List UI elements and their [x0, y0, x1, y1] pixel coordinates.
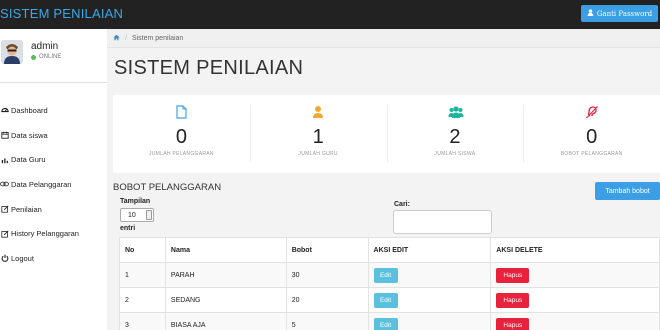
cell-bobot: 30 — [285, 262, 369, 288]
user-icon — [311, 105, 325, 119]
cell-edit: Edit — [367, 312, 492, 330]
stat-label: JUMLAH PELANGGARAN — [148, 151, 214, 157]
column-header[interactable]: AKSI DELETE — [490, 237, 660, 263]
column-header[interactable]: AKSI EDIT — [367, 237, 492, 263]
delete-button[interactable]: Hapus — [496, 267, 530, 283]
breadcrumb: / Sistem penilaian — [107, 29, 660, 48]
bar-chart-icon — [0, 155, 9, 164]
user-profile: admin ONLINE — [0, 29, 107, 83]
calendar-icon — [0, 131, 9, 140]
cell-bobot: 5 — [285, 312, 369, 330]
cell-no: 1 — [119, 262, 166, 288]
table-header-row: No Nama Bobot AKSI EDIT AKSI DELETE — [119, 237, 660, 263]
stat-label: JUMLAH SISWA — [434, 151, 476, 157]
column-header[interactable]: Bobot — [285, 237, 369, 263]
cell-nama: PARAH — [164, 262, 287, 288]
column-header[interactable]: Nama — [164, 237, 287, 263]
stat-label: BOBOT PELANGGARAN — [560, 151, 623, 157]
users-icon — [448, 105, 464, 119]
sidebar-item-label: Data siswa — [11, 130, 48, 140]
change-password-button[interactable]: Ganti Password — [581, 5, 658, 22]
user-name: admin — [31, 41, 59, 52]
cell-delete: Hapus — [490, 287, 660, 313]
sidebar-menu: Dashboard Data siswa Data Guru Data Pela… — [0, 98, 107, 271]
cell-delete: Hapus — [490, 312, 660, 330]
section-title: BOBOT PELANGGARAN — [113, 182, 222, 193]
cell-delete: Hapus — [490, 262, 660, 288]
sidebar-item-label: Penilaian — [11, 204, 42, 214]
sidebar-item-label: Dashboard — [11, 105, 48, 115]
stats-panel: 0 JUMLAH PELANGGARAN 1 JUMLAH GURU 2 JUM… — [113, 95, 660, 173]
deaf-icon — [585, 105, 599, 119]
search-label: Cari: — [394, 201, 410, 208]
edit-button[interactable]: Edit — [373, 292, 398, 308]
cell-edit: Edit — [367, 262, 492, 288]
cell-edit: Edit — [367, 287, 492, 313]
sidebar-item-data-siswa[interactable]: Data siswa — [0, 123, 107, 148]
sidebar-item-history-pelanggaran[interactable]: History Pelanggaran — [0, 221, 107, 246]
page-size-label: Tampilan — [120, 198, 151, 205]
status-text: ONLINE — [39, 54, 62, 60]
brand-title[interactable]: SISTEM PENILAIAN — [0, 6, 123, 21]
table-row: 2 SEDANG 20 Edit Hapus — [119, 287, 660, 313]
cell-nama: BIASA AJA — [164, 312, 287, 330]
avatar — [1, 40, 23, 64]
user-icon — [587, 9, 594, 18]
cell-no: 3 — [119, 312, 166, 330]
stat-label: JUMLAH GURU — [298, 151, 338, 157]
page-size-value: 10 — [128, 211, 136, 219]
status-dot-icon — [31, 54, 36, 60]
column-header[interactable]: No — [119, 237, 166, 263]
main-content: / Sistem penilaian SISTEM PENILAIAN 0 JU… — [107, 29, 660, 330]
page-title: SISTEM PENILAIAN — [114, 57, 304, 79]
online-status: ONLINE — [31, 54, 61, 60]
entries-label: entri — [120, 225, 136, 232]
change-password-label: Ganti Password — [596, 9, 653, 18]
top-navbar: SISTEM PENILAIAN Ganti Password — [0, 0, 660, 29]
edit-icon — [0, 205, 9, 214]
breadcrumb-separator: / — [125, 34, 127, 42]
link-icon — [0, 180, 9, 189]
edit-button[interactable]: Edit — [373, 267, 398, 283]
sidebar-item-logout[interactable]: Logout — [0, 246, 107, 271]
sidebar-item-label: Data Pelanggaran — [11, 179, 72, 189]
search-input[interactable] — [393, 210, 492, 234]
stat-value: 0 — [586, 126, 598, 148]
stat-value: 2 — [449, 126, 461, 148]
page-size-select[interactable]: 10 — [120, 208, 154, 222]
sidebar-item-data-pelanggaran[interactable]: Data Pelanggaran — [0, 172, 107, 197]
file-icon — [174, 105, 188, 119]
sidebar-item-label: Logout — [11, 253, 34, 263]
table-row: 1 PARAH 30 Edit Hapus — [119, 262, 660, 288]
bobot-table: No Nama Bobot AKSI EDIT AKSI DELETE 1 PA… — [119, 237, 660, 330]
power-icon — [0, 254, 9, 263]
sidebar-item-label: History Pelanggaran — [11, 229, 79, 239]
stat-jumlah-guru: 1 JUMLAH GURU — [249, 95, 387, 173]
cell-nama: SEDANG — [164, 287, 287, 313]
add-bobot-button[interactable]: Tambah bobot — [595, 182, 660, 200]
spinner-arrows-icon[interactable] — [146, 210, 152, 220]
stat-value: 1 — [312, 126, 324, 148]
stat-jumlah-siswa: 2 JUMLAH SISWA — [386, 95, 524, 173]
table-row: 3 BIASA AJA 5 Edit Hapus — [119, 312, 660, 330]
home-icon[interactable] — [113, 34, 120, 43]
delete-button[interactable]: Hapus — [496, 317, 530, 330]
delete-button[interactable]: Hapus — [496, 292, 530, 308]
sidebar-item-dashboard[interactable]: Dashboard — [0, 98, 107, 123]
stat-bobot-pelanggaran: 0 BOBOT PELANGGARAN — [523, 95, 660, 173]
dashboard-icon — [0, 106, 9, 115]
sidebar-item-penilaian[interactable]: Penilaian — [0, 197, 107, 222]
sidebar: admin ONLINE Dashboard Data siswa Data G… — [0, 29, 107, 330]
cell-no: 2 — [119, 287, 166, 313]
cell-bobot: 20 — [285, 287, 369, 313]
stat-value: 0 — [175, 126, 187, 148]
stat-jumlah-pelanggaran: 0 JUMLAH PELANGGARAN — [113, 95, 250, 173]
edit-icon — [0, 229, 9, 238]
sidebar-item-label: Data Guru — [11, 155, 46, 165]
breadcrumb-current: Sistem penilaian — [131, 34, 184, 42]
sidebar-item-data-guru[interactable]: Data Guru — [0, 147, 107, 172]
edit-button[interactable]: Edit — [373, 317, 398, 330]
